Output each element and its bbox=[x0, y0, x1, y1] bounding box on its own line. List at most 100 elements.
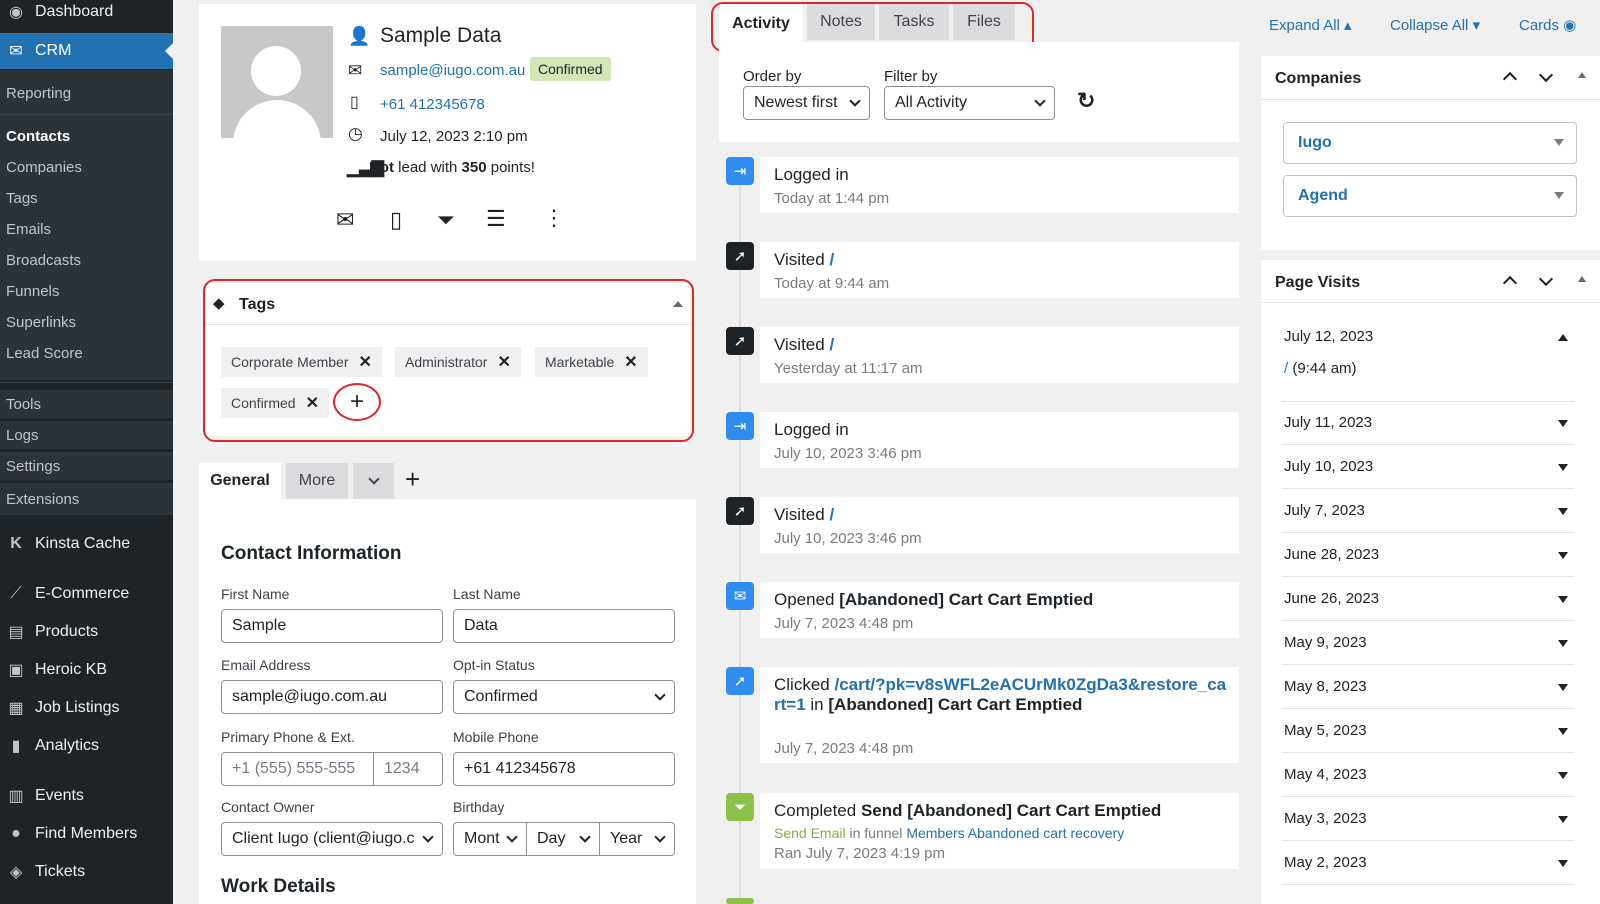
contact-name: Sample Data bbox=[380, 24, 502, 47]
sidebar-item-analytics[interactable]: ▮ Analytics bbox=[0, 728, 173, 764]
sidebar-sub-lead-score[interactable]: Lead Score bbox=[0, 339, 173, 367]
funnel-link[interactable]: Members Abandoned cart recovery bbox=[906, 825, 1124, 841]
owner-select[interactable]: Client Iugo (client@iugo.c bbox=[221, 822, 443, 856]
sidebar-item-crm[interactable]: ✉ CRM bbox=[0, 33, 173, 69]
sidebar-divider bbox=[0, 382, 173, 383]
visit-day-row[interactable]: June 28, 2023 bbox=[1282, 533, 1574, 577]
activity-item: Opened [Abandoned] Cart Cart Emptied Jul… bbox=[760, 582, 1239, 638]
tags-highlight bbox=[203, 279, 694, 442]
birthday-year-select[interactable]: Year bbox=[599, 822, 675, 856]
sidebar-sub-contacts[interactable]: Contacts bbox=[0, 122, 173, 150]
expand-arrow-icon bbox=[1558, 552, 1568, 559]
sidebar-sub-tools[interactable]: Tools bbox=[0, 390, 173, 418]
visit-day-row[interactable]: May 3, 2023 bbox=[1282, 797, 1574, 841]
cursor-icon: ➚ bbox=[726, 327, 754, 355]
sidebar-item-dashboard[interactable]: ◉ Dashboard bbox=[0, 0, 173, 30]
sidebar-sub-funnels[interactable]: Funnels bbox=[0, 277, 173, 305]
avatar bbox=[221, 26, 333, 138]
phone-action-icon[interactable]: ▯ bbox=[390, 207, 402, 233]
expand-arrow-icon bbox=[1558, 596, 1568, 603]
sidebar-sub-superlinks[interactable]: Superlinks bbox=[0, 308, 173, 336]
visited-link[interactable]: / bbox=[829, 335, 834, 354]
expand-arrow-icon bbox=[1558, 728, 1568, 735]
phone-label: Primary Phone & Ext. bbox=[221, 729, 355, 745]
visit-day-expanded[interactable]: July 12, 2023 / (9:44 am) bbox=[1282, 314, 1574, 402]
kinsta-icon: K bbox=[10, 535, 22, 552]
sidebar-sub-companies[interactable]: Companies bbox=[0, 153, 173, 181]
phone-input[interactable]: +1 (555) 555-555 bbox=[221, 752, 374, 786]
sidebar-item-ecommerce[interactable]: ⟋ E-Commerce bbox=[0, 576, 173, 612]
sidebar-sub-broadcasts[interactable]: Broadcasts bbox=[0, 246, 173, 274]
visited-link[interactable]: / bbox=[829, 505, 834, 524]
mobile-field[interactable]: +61 412345678 bbox=[453, 752, 675, 786]
sidebar-item-products[interactable]: ▤ Products bbox=[0, 614, 173, 650]
sidebar-sub-settings[interactable]: Settings bbox=[0, 452, 173, 480]
ticket-icon: ◈ bbox=[9, 864, 23, 881]
collapse-arrow-icon[interactable] bbox=[1578, 72, 1586, 78]
mobile-icon: ▯ bbox=[350, 94, 359, 111]
sidebar-item-kinsta-cache[interactable]: K Kinsta Cache bbox=[0, 526, 173, 562]
tab-general[interactable]: General bbox=[199, 463, 281, 499]
sidebar-sub-emails[interactable]: Emails bbox=[0, 215, 173, 243]
company-select[interactable]: Iugo bbox=[1283, 122, 1577, 164]
cursor-icon: ➚ bbox=[726, 242, 754, 270]
expand-all-button[interactable]: Expand All ▴ bbox=[1269, 16, 1352, 34]
collapse-all-button[interactable]: Collapse All ▾ bbox=[1390, 16, 1480, 34]
last-name-label: Last Name bbox=[453, 586, 521, 602]
sidebar-item-tickets[interactable]: ◈ Tickets bbox=[0, 854, 173, 890]
sidebar-item-heroic-kb[interactable]: ▣ Heroic KB bbox=[0, 652, 173, 688]
contact-phone-link[interactable]: +61 412345678 bbox=[380, 96, 485, 113]
visited-link[interactable]: / bbox=[829, 250, 834, 269]
funnel-icon: ⏷ bbox=[726, 793, 754, 821]
expand-arrow-icon bbox=[1558, 684, 1568, 691]
visit-day-row[interactable]: July 11, 2023 bbox=[1282, 401, 1574, 445]
optin-select[interactable]: Confirmed bbox=[453, 680, 675, 714]
visit-link[interactable]: / bbox=[1284, 360, 1288, 377]
step-link[interactable]: Send Email bbox=[774, 825, 846, 841]
collapse-arrow-icon[interactable] bbox=[1558, 334, 1568, 341]
tab-dropdown[interactable] bbox=[353, 463, 394, 499]
order-select[interactable]: Newest first bbox=[743, 86, 870, 120]
phone-ext-input[interactable]: 1234 bbox=[373, 752, 443, 786]
first-name-field[interactable]: Sample bbox=[221, 609, 443, 643]
first-name-label: First Name bbox=[221, 586, 290, 602]
birthday-month-select[interactable]: Mont bbox=[453, 822, 527, 856]
add-tab-button[interactable]: + bbox=[405, 466, 420, 492]
contact-email-link[interactable]: sample@iugo.com.au bbox=[380, 62, 525, 79]
email-field[interactable]: sample@iugo.com.au bbox=[221, 680, 443, 714]
activity-item: Clicked /cart/?pk=v8sWFL2eACUrMk0ZgDa3&r… bbox=[760, 667, 1239, 763]
list-action-icon[interactable]: ☰ bbox=[486, 206, 506, 232]
more-vertical-icon[interactable]: ⋮ bbox=[543, 205, 565, 231]
collapse-arrow-icon[interactable] bbox=[1578, 276, 1586, 282]
envelope-icon: ✉ bbox=[348, 61, 363, 80]
user-icon: ● bbox=[11, 825, 21, 842]
sidebar-item-events[interactable]: ▥ Events bbox=[0, 778, 173, 814]
sidebar-sub-tags[interactable]: Tags bbox=[0, 184, 173, 212]
visit-day-row[interactable]: May 4, 2023 bbox=[1282, 753, 1574, 797]
funnel-action-icon[interactable]: ⏷ bbox=[437, 207, 455, 233]
sidebar-item-job-listings[interactable]: ▦ Job Listings bbox=[0, 690, 173, 726]
mobile-label: Mobile Phone bbox=[453, 729, 539, 745]
sidebar-item-find-members[interactable]: ● Find Members bbox=[0, 816, 173, 852]
sidebar-sub-logs[interactable]: Logs bbox=[0, 421, 173, 449]
company-select[interactable]: Agend bbox=[1283, 175, 1577, 217]
visit-day-row[interactable]: May 8, 2023 bbox=[1282, 665, 1574, 709]
cards-toggle[interactable]: Cards ◉ bbox=[1519, 16, 1576, 34]
email-action-icon[interactable]: ✉ bbox=[336, 207, 354, 233]
tab-more[interactable]: More bbox=[286, 463, 348, 499]
visit-day-row[interactable]: June 26, 2023 bbox=[1282, 577, 1574, 621]
cursor-icon: ➚ bbox=[726, 497, 754, 525]
refresh-icon[interactable]: ↻ bbox=[1077, 88, 1095, 114]
visit-day-row[interactable]: July 10, 2023 bbox=[1282, 445, 1574, 489]
visit-day-row[interactable]: May 9, 2023 bbox=[1282, 621, 1574, 665]
visit-day-row[interactable]: May 2, 2023 bbox=[1282, 841, 1574, 885]
filter-select[interactable]: All Activity bbox=[884, 86, 1055, 120]
activity-item: Visited / July 10, 2023 3:46 pm bbox=[760, 497, 1239, 553]
expand-arrow-icon bbox=[1558, 464, 1568, 471]
birthday-day-select[interactable]: Day bbox=[526, 822, 600, 856]
last-name-field[interactable]: Data bbox=[453, 609, 675, 643]
sidebar-sub-extensions[interactable]: Extensions bbox=[0, 483, 173, 515]
visit-day-row[interactable]: July 7, 2023 bbox=[1282, 489, 1574, 533]
visit-day-row[interactable]: May 5, 2023 bbox=[1282, 709, 1574, 753]
sidebar-sub-reporting[interactable]: Reporting bbox=[0, 79, 173, 107]
